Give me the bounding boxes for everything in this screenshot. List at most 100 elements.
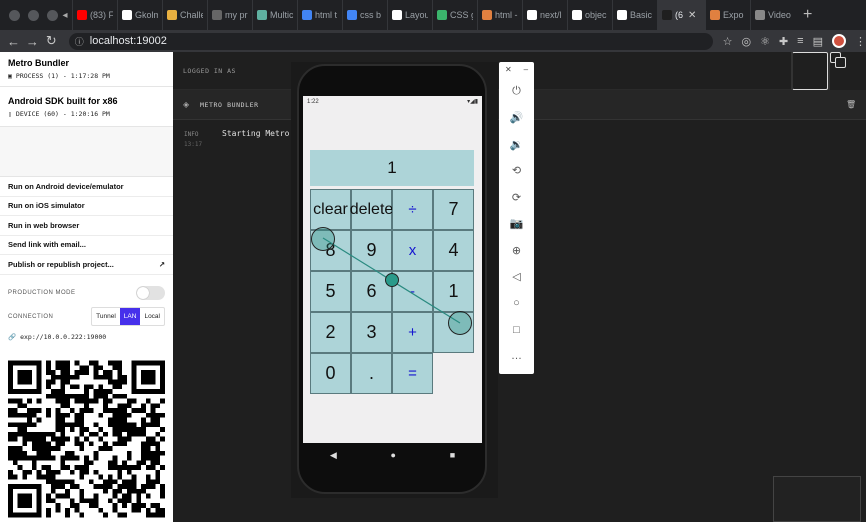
- qr-module: [117, 360, 123, 366]
- calc-key[interactable]: ÷: [392, 189, 433, 230]
- rotate-right-icon[interactable]: ⟳: [499, 184, 534, 211]
- copy-icon: [829, 52, 865, 90]
- zoom-icon[interactable]: ⊕: [499, 237, 534, 264]
- calc-key[interactable]: x: [392, 230, 433, 271]
- production-mode-toggle[interactable]: [136, 285, 165, 300]
- calc-key[interactable]: delete: [350, 189, 393, 230]
- close-tab-icon[interactable]: ✕: [688, 10, 696, 21]
- home-nav-icon[interactable]: ●: [391, 450, 396, 460]
- qr-module: [55, 398, 61, 404]
- device-card-metro[interactable]: Metro Bundler ▣ PROCESS (1) - 1:17:28 PM: [0, 52, 173, 87]
- connection-option-lan[interactable]: LAN: [119, 308, 141, 325]
- device-card-android[interactable]: Android SDK built for x86 ▯ DEVICE (60) -…: [0, 87, 173, 127]
- browser-tab[interactable]: objec: [567, 0, 612, 30]
- calc-key[interactable]: 4: [433, 230, 474, 271]
- browser-tab[interactable]: Challe: [162, 0, 207, 30]
- trash-icon[interactable]: 🗑: [846, 100, 856, 109]
- browser-tab[interactable]: css b: [342, 0, 387, 30]
- qr-module: [112, 493, 118, 499]
- browser-tab[interactable]: Gkolm: [117, 0, 162, 30]
- calc-key[interactable]: clear: [310, 189, 351, 230]
- media-icon[interactable]: ▤: [813, 35, 823, 48]
- overview-icon[interactable]: □: [499, 317, 534, 344]
- calc-key[interactable]: 7: [433, 189, 474, 230]
- extensions-puzzle-icon[interactable]: ✚: [779, 35, 788, 48]
- browser-tab[interactable]: html -: [477, 0, 522, 30]
- emulator-screen[interactable]: 1:22 ▾◢▮ 1 clear delete ÷ 7 8 9 x 4 5 6-1 2 3 +0. =: [303, 96, 482, 443]
- rotate-left-icon[interactable]: ⟲: [499, 158, 534, 185]
- qr-module: [88, 498, 94, 504]
- browser-tab[interactable]: Basic: [612, 0, 657, 30]
- calc-key[interactable]: 3: [351, 312, 392, 353]
- calc-key[interactable]: 0: [310, 353, 351, 394]
- emulator-controls: ✕ – ⏻ 🔊 🔉 ⟲ ⟳ 📷 ⊕ ◁ ○ □ …: [499, 62, 534, 374]
- close-emulator-icon[interactable]: ✕: [505, 65, 512, 78]
- extension-icon[interactable]: ◎: [741, 35, 751, 48]
- exp-url[interactable]: exp://10.0.0.222:19000: [20, 333, 106, 341]
- back-nav-icon[interactable]: ◀: [330, 450, 337, 461]
- info-icon[interactable]: ⓘ: [75, 35, 84, 48]
- qr-finder-pattern: [17, 370, 32, 385]
- tab-favicon-icon: [257, 10, 267, 20]
- browser-tab[interactable]: Layou: [387, 0, 432, 30]
- back-icon[interactable]: ←: [4, 34, 23, 49]
- browser-tab[interactable]: (6 ✕: [657, 0, 705, 30]
- sidebar-action-item[interactable]: Publish or republish project... ↗: [0, 255, 173, 275]
- forward-icon[interactable]: →: [23, 34, 42, 49]
- reload-icon[interactable]: ↻: [42, 33, 61, 49]
- react-devtools-icon[interactable]: ⚛: [760, 35, 770, 48]
- tab-scroll-left-icon[interactable]: ◂: [58, 10, 72, 21]
- calc-key[interactable]: =: [392, 353, 433, 394]
- browser-menu-icon[interactable]: ⋮: [855, 35, 866, 48]
- volume-down-icon[interactable]: 🔉: [499, 131, 534, 158]
- calc-key[interactable]: +: [392, 312, 433, 353]
- connection-option-local[interactable]: Local: [140, 308, 164, 325]
- browser-tab[interactable]: Multic: [252, 0, 297, 30]
- maximize-window-icon[interactable]: [47, 9, 58, 21]
- new-tab-button[interactable]: +: [803, 6, 812, 24]
- calc-key[interactable]: .: [351, 353, 392, 394]
- qr-module: [160, 412, 165, 418]
- recents-nav-icon[interactable]: ■: [450, 450, 455, 460]
- profile-avatar[interactable]: [831, 34, 846, 48]
- address-bar[interactable]: ⓘ localhost:19002: [68, 32, 713, 50]
- sidebar-action-item[interactable]: Run on Android device/emulator: [0, 177, 173, 197]
- qr-module: [112, 422, 118, 428]
- browser-tab[interactable]: CSS g: [432, 0, 477, 30]
- qr-module: [60, 384, 66, 390]
- browser-tab[interactable]: html t: [297, 0, 342, 30]
- minimize-window-icon[interactable]: [28, 9, 39, 21]
- qr-module: [46, 446, 51, 451]
- power-icon[interactable]: ⏻: [499, 78, 534, 105]
- qr-module: [150, 450, 156, 456]
- qr-module: [112, 417, 118, 423]
- sidebar-action-item[interactable]: Send link with email...: [0, 236, 173, 255]
- calc-key[interactable]: 9: [351, 230, 392, 271]
- calc-key[interactable]: 5: [310, 271, 351, 312]
- qr-module: [126, 427, 132, 432]
- browser-tab[interactable]: Video: [750, 0, 795, 30]
- volume-up-icon[interactable]: 🔊: [499, 105, 534, 132]
- browser-tab[interactable]: (83) F: [72, 0, 117, 30]
- browser-tab[interactable]: next/l: [522, 0, 567, 30]
- qr-module: [46, 469, 51, 475]
- sidebar-action-item[interactable]: Run in web browser: [0, 216, 173, 236]
- close-window-icon[interactable]: [9, 9, 20, 21]
- split-panel-button[interactable]: [828, 52, 865, 90]
- qr-module: [55, 484, 61, 489]
- calc-key[interactable]: 1: [433, 271, 474, 312]
- browser-tab[interactable]: my pr: [207, 0, 252, 30]
- more-icon[interactable]: …: [499, 343, 534, 370]
- connection-option-tunnel[interactable]: Tunnel: [92, 308, 120, 325]
- browser-tab[interactable]: Expo: [705, 0, 750, 30]
- back-icon[interactable]: ◁: [499, 264, 534, 291]
- single-panel-button[interactable]: [791, 52, 828, 90]
- qr-module: [74, 455, 80, 461]
- sidebar-action-item[interactable]: Run on iOS simulator: [0, 197, 173, 216]
- minimize-emulator-icon[interactable]: –: [524, 65, 528, 78]
- calc-key[interactable]: 2: [310, 312, 351, 353]
- home-icon[interactable]: ○: [499, 290, 534, 317]
- camera-icon[interactable]: 📷: [499, 211, 534, 238]
- reading-list-icon[interactable]: ≡: [797, 35, 803, 47]
- bookmark-star-icon[interactable]: ☆: [723, 35, 733, 48]
